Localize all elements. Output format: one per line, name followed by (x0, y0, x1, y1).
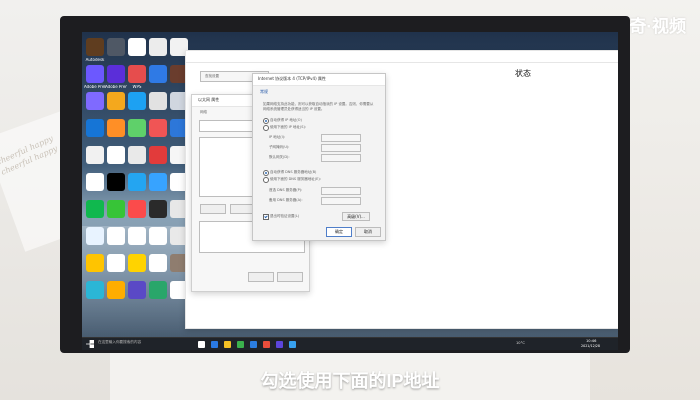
network-ok-button[interactable] (248, 272, 274, 282)
desktop-app-icon[interactable] (107, 38, 125, 56)
install-button[interactable] (200, 204, 226, 214)
desktop-icon-label: WPS (132, 85, 142, 89)
desktop-app-icon[interactable] (86, 65, 104, 83)
dns1-label: 首选 DNS 服务器(P): (269, 188, 303, 192)
desktop-app-icon[interactable] (149, 92, 167, 110)
desktop-icon-label: Adobe Prelude (84, 85, 106, 89)
ip-address-input[interactable] (321, 134, 361, 142)
desktop-app-icon[interactable] (128, 254, 146, 272)
radio-auto-dns[interactable] (263, 170, 269, 176)
desktop-app-icon[interactable] (149, 65, 167, 83)
ipv4-ok-button[interactable]: 确定 (326, 227, 352, 237)
desktop-app-icon[interactable] (107, 254, 125, 272)
taskbar: 在这里输入你要搜索的内容 10°C 10:46 2021/12/28 (82, 337, 618, 350)
desktop-icons: Autodesk Adobe PreludeAdobe Premiere WPS (82, 32, 188, 322)
radio-manual-ip-label: 使用下面的 IP 地址(S): (270, 125, 306, 129)
desktop-app-icon[interactable] (128, 119, 146, 137)
dns1-input[interactable] (321, 187, 361, 195)
network-title: 以太网 属性 (198, 97, 220, 102)
desktop-app-icon[interactable] (86, 254, 104, 272)
desktop-app-icon[interactable] (107, 92, 125, 110)
desktop-app-icon[interactable] (107, 281, 125, 299)
desktop-app-icon[interactable] (86, 38, 104, 56)
desktop-app-icon[interactable] (86, 281, 104, 299)
subnet-mask-input[interactable] (321, 144, 361, 152)
radio-auto-dns-label: 自动获得 DNS 服务器地址(B) (270, 170, 317, 174)
validate-label: 退出时验证设置(L) (270, 214, 300, 218)
desktop-app-icon[interactable] (128, 173, 146, 191)
desktop-app-icon[interactable] (107, 146, 125, 164)
desktop-app-icon[interactable] (86, 119, 104, 137)
settings-heading: 状态 (515, 69, 531, 78)
taskbar-settings-icon[interactable] (289, 341, 296, 348)
date-text: 2021/12/28 (581, 344, 601, 348)
gateway-input[interactable] (321, 154, 361, 162)
desktop-app-icon[interactable] (149, 173, 167, 191)
desktop-app-icon[interactable] (128, 65, 146, 83)
desktop-app-icon[interactable] (128, 92, 146, 110)
desktop-app-icon[interactable] (86, 227, 104, 245)
ipv4-title: Internet 协议版本 4 (TCP/IPv4) 属性 (258, 76, 326, 81)
dns2-label: 备用 DNS 服务器(A): (269, 198, 303, 202)
desktop-app-icon[interactable] (107, 227, 125, 245)
desktop-app-icon[interactable] (149, 281, 167, 299)
desktop-app-icon[interactable] (107, 65, 125, 83)
desktop-app-icon[interactable] (107, 173, 125, 191)
desktop-app-icon[interactable] (149, 254, 167, 272)
gateway-label: 默认网关(D): (269, 155, 290, 159)
network-cancel-button[interactable] (277, 272, 303, 282)
desktop-app-icon[interactable] (128, 227, 146, 245)
radio-manual-dns[interactable] (263, 177, 269, 183)
desktop-icon-label: Adobe Premiere (105, 85, 127, 89)
desktop-app-icon[interactable] (149, 38, 167, 56)
radio-manual-ip[interactable] (263, 125, 269, 131)
network-tab: 网络 (200, 110, 207, 114)
validate-checkbox[interactable] (263, 214, 269, 220)
taskbar-edge-icon[interactable] (211, 341, 218, 348)
desktop-app-icon[interactable] (86, 200, 104, 218)
desktop-app-icon[interactable] (86, 173, 104, 191)
desktop-app-icon[interactable] (149, 200, 167, 218)
taskbar-search[interactable]: 在这里输入你要搜索的内容 (98, 340, 141, 345)
taskbar-qq-icon[interactable] (250, 341, 257, 348)
radio-auto-ip-label: 自动获得 IP 地址(O) (270, 118, 302, 122)
desktop-app-icon[interactable] (107, 200, 125, 218)
taskbar-task-view-icon[interactable] (198, 341, 205, 348)
taskbar-wps-icon[interactable] (263, 341, 270, 348)
desktop-app-icon[interactable] (107, 119, 125, 137)
ipv4-properties-dialog: Internet 协议版本 4 (TCP/IPv4) 属性 常规 如果网络支持此… (252, 73, 386, 241)
windows-start-icon[interactable] (86, 340, 94, 348)
taskbar-app-icon[interactable] (276, 341, 283, 348)
settings-title-bar (186, 51, 618, 63)
desktop-app-icon[interactable] (149, 119, 167, 137)
ipv4-description: 如果网络支持此功能，则可以获取自动指派的 IP 设置。否则，你需要从网络系统管理… (263, 102, 374, 111)
ipv4-cancel-button[interactable]: 取消 (355, 227, 381, 237)
radio-manual-dns-label: 使用下面的 DNS 服务器地址(E): (270, 177, 321, 181)
desktop-app-icon[interactable] (149, 227, 167, 245)
desktop-app-icon[interactable] (128, 38, 146, 56)
desktop-icon-label: Autodesk (85, 58, 105, 62)
subnet-mask-label: 子网掩码(U): (269, 145, 290, 149)
radio-auto-ip[interactable] (263, 118, 269, 124)
desktop-app-icon[interactable] (86, 146, 104, 164)
screen: Autodesk Adobe PreludeAdobe Premiere WPS 状… (82, 32, 618, 350)
desktop-app-icon[interactable] (128, 281, 146, 299)
subtitle-caption: 勾选使用下面的IP地址 (260, 371, 440, 391)
desktop-app-icon[interactable] (149, 146, 167, 164)
ip-address-label: IP 地址(I): (269, 135, 286, 139)
taskbar-folder-icon[interactable] (224, 341, 231, 348)
taskbar-wechat-icon[interactable] (237, 341, 244, 348)
ipv4-tab[interactable]: 常规 (260, 89, 268, 94)
weather-text: 10°C (516, 341, 525, 345)
desktop-app-icon[interactable] (128, 146, 146, 164)
dns2-input[interactable] (321, 197, 361, 205)
desktop-app-icon[interactable] (128, 200, 146, 218)
desktop-app-icon[interactable] (86, 92, 104, 110)
advanced-button[interactable]: 高级(V)... (342, 212, 370, 221)
